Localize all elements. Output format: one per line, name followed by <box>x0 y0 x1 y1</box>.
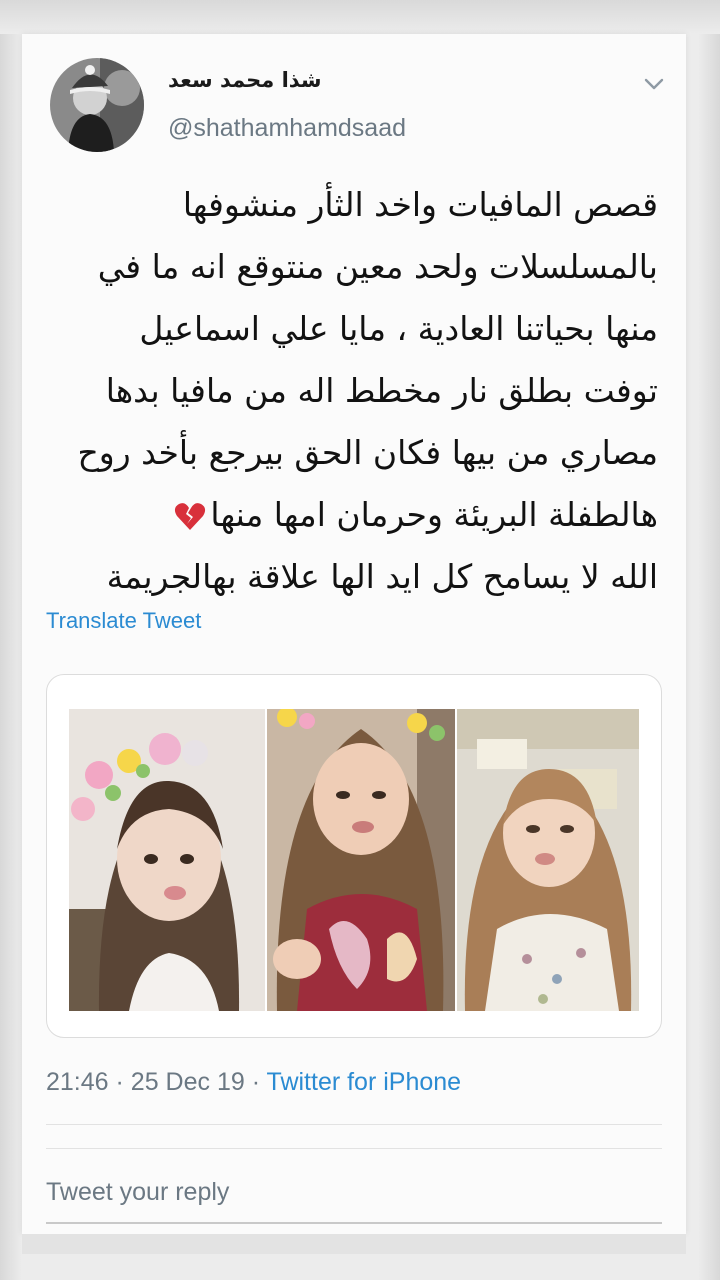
divider <box>46 1148 662 1149</box>
meta-separator: · <box>115 1068 124 1096</box>
display-name[interactable]: شذا محمد سعد <box>168 68 328 92</box>
tweet-line: منها بحياتنا العادية ، مايا علي اسماعيل <box>139 309 658 348</box>
media-grid[interactable] <box>46 674 662 1038</box>
user-handle[interactable]: @shathamhamdsaad <box>168 114 406 143</box>
tweet-time: 21:46 <box>46 1068 109 1096</box>
photo-3[interactable] <box>457 709 639 1011</box>
photo-1[interactable] <box>69 709 265 1011</box>
tweet-line-with-emoji: هالطفلة البريئة وحرمان امها منها <box>40 484 658 546</box>
tweet-line: توفت بطلق نار مخطط اله من مافيا بدها <box>105 371 658 410</box>
tweet-card: شذا محمد سعد @shathamhamdsaad قصص المافي… <box>22 34 686 1234</box>
tweet-line: هالطفلة البريئة وحرمان امها منها <box>210 495 658 534</box>
meta-separator: · <box>251 1068 261 1096</box>
tweet-date: 25 Dec 19 <box>130 1068 245 1096</box>
tweet-line: مصاري من بيها فكان الحق بيرجع بأخد روح <box>77 433 658 472</box>
tweet-line: الله لا يسامح كل ايد الها علاقة بهالجريم… <box>106 557 658 596</box>
chevron-down-icon[interactable] <box>640 74 668 94</box>
reply-underline <box>46 1222 662 1224</box>
translate-tweet-link[interactable]: Translate Tweet <box>46 608 201 634</box>
broken-heart-icon <box>175 502 206 530</box>
bottom-strip <box>22 1234 686 1254</box>
tweet-text: قصص المافيات واخد الثأر منشوفها بالمسلسل… <box>40 174 658 608</box>
screen: شذا محمد سعد @shathamhamdsaad قصص المافي… <box>0 0 720 1280</box>
tweet-line: بالمسلسلات ولحد معين منتوقع انه ما في <box>97 247 658 286</box>
reply-input[interactable]: Tweet your reply <box>46 1178 229 1207</box>
tweet-meta: 21:46 · 25 Dec 19 · Twitter for iPhone <box>46 1068 461 1097</box>
divider <box>46 1124 662 1125</box>
tweet-line: قصص المافيات واخد الثأر منشوفها <box>182 185 658 224</box>
photo-2[interactable] <box>267 709 455 1011</box>
status-area <box>0 0 720 34</box>
avatar[interactable] <box>50 58 144 152</box>
tweet-source-link[interactable]: Twitter for iPhone <box>267 1068 462 1096</box>
